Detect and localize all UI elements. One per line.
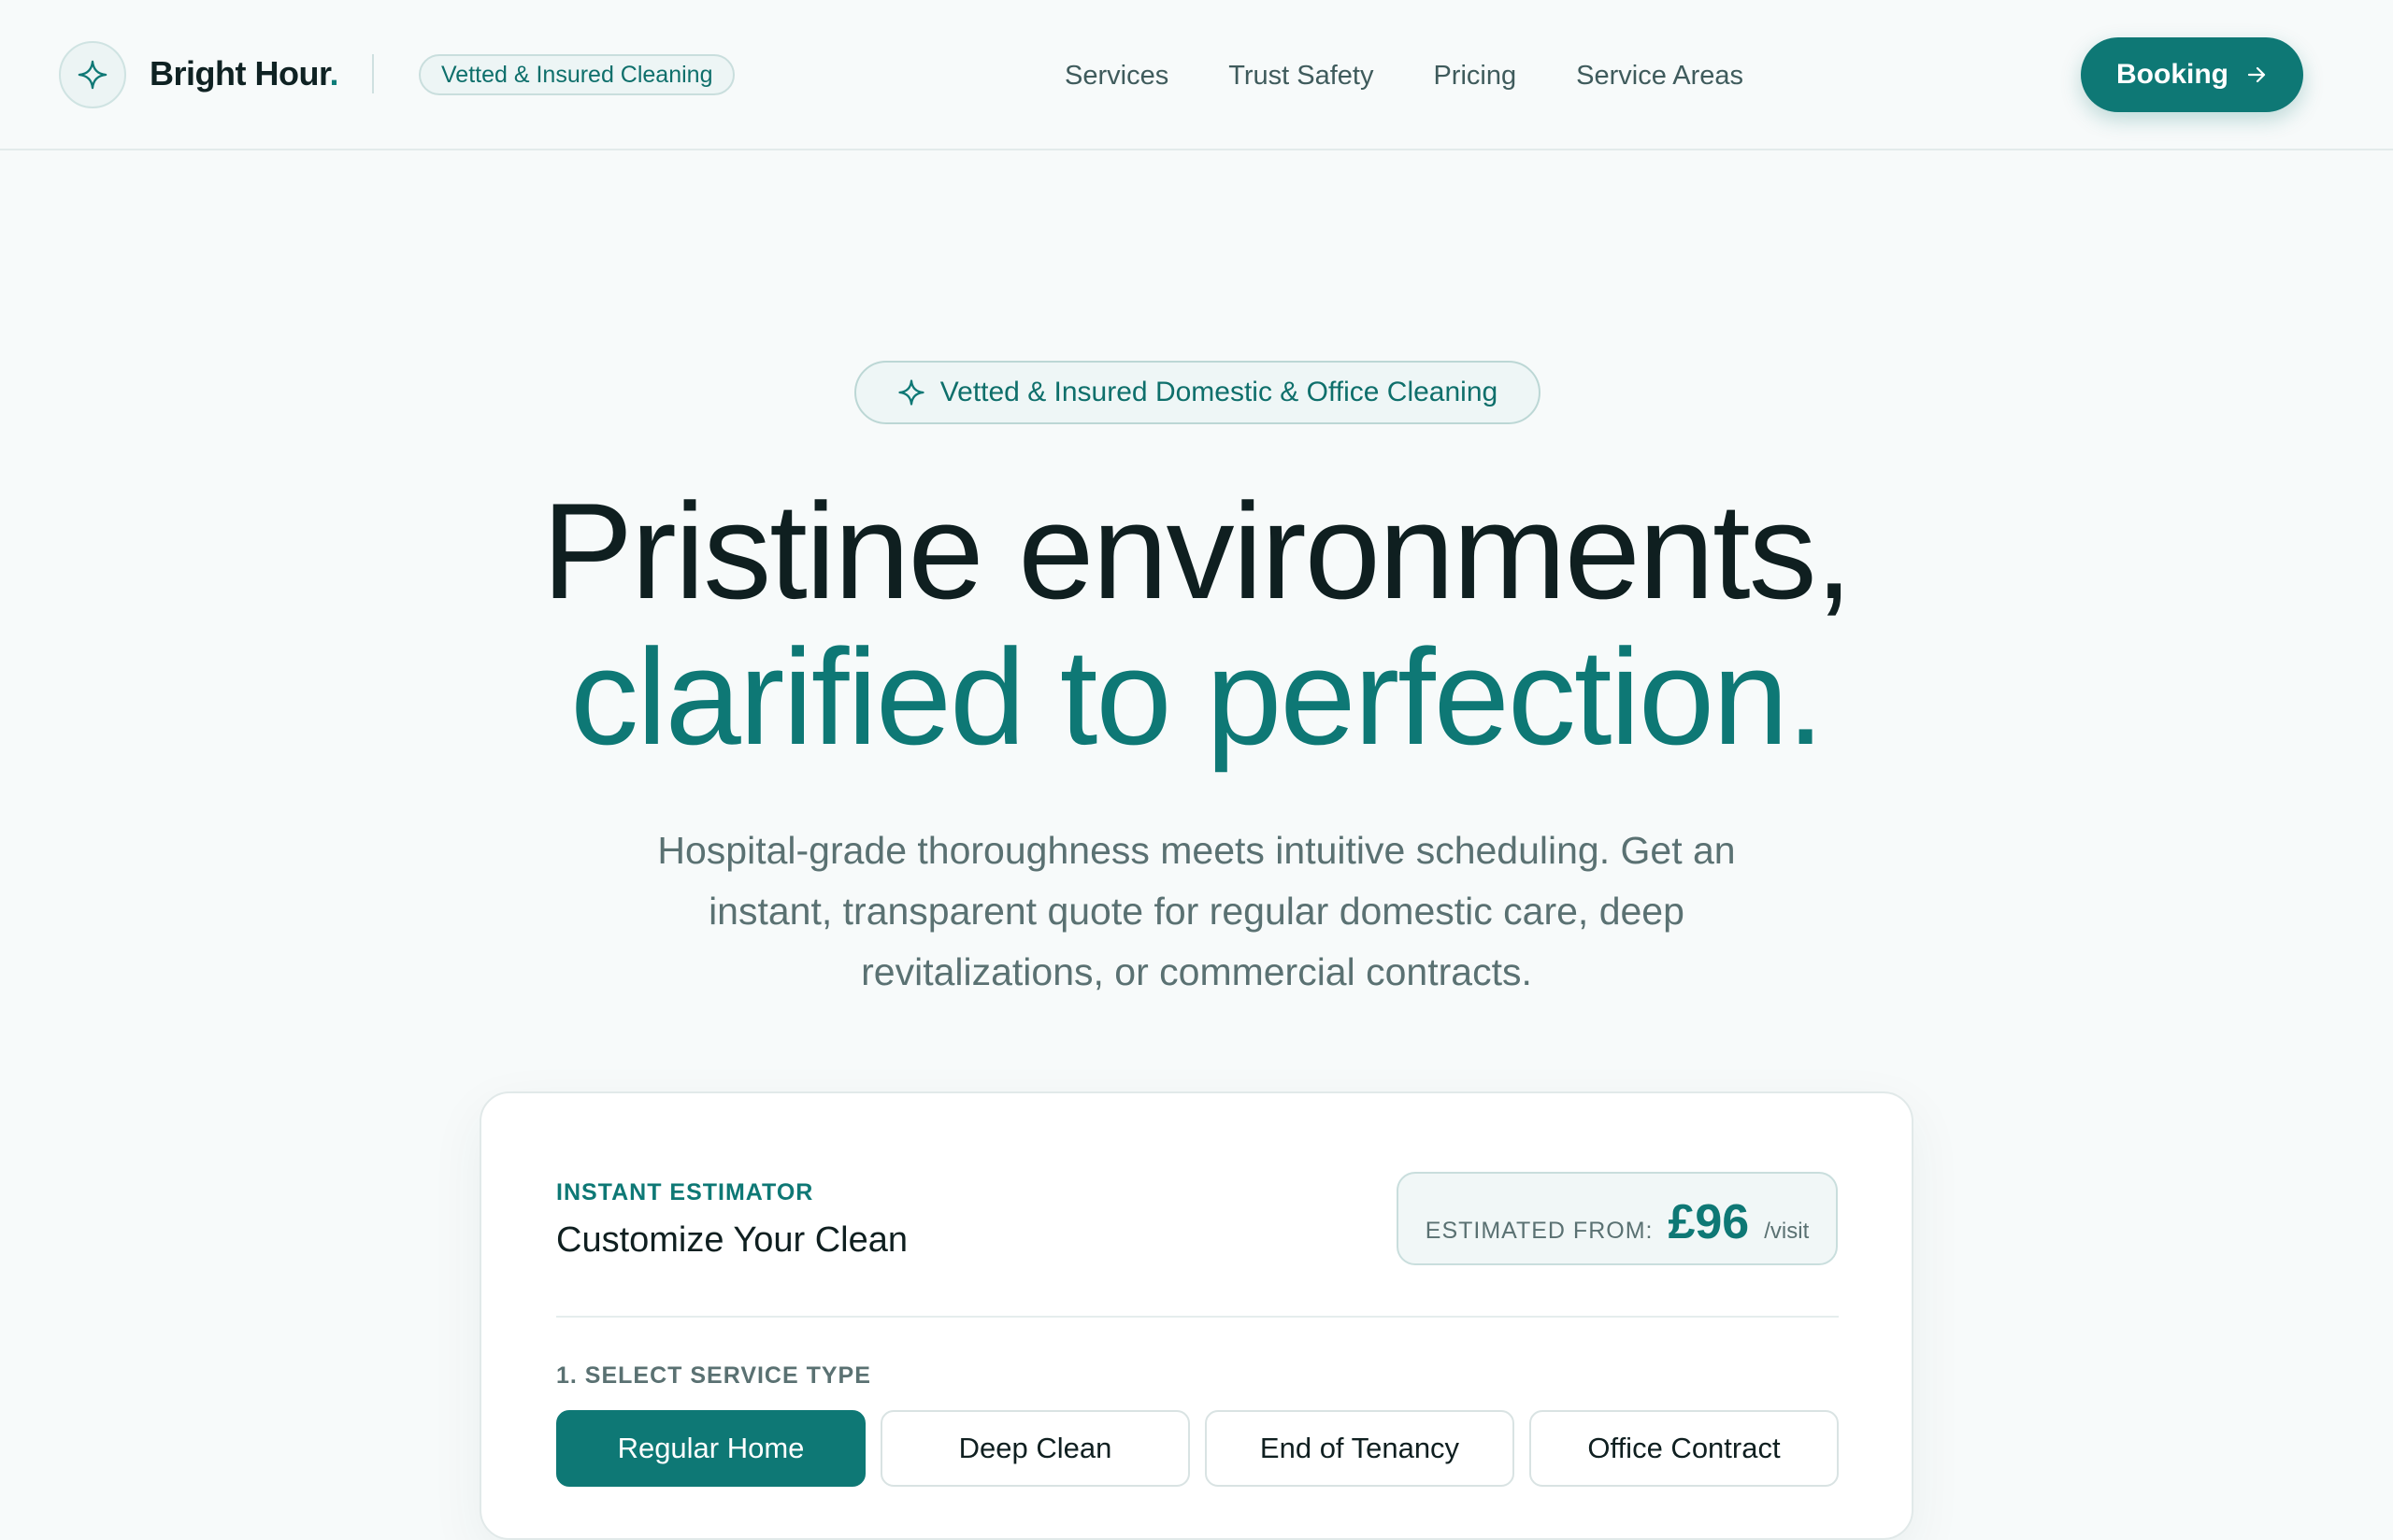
estimate-label: ESTIMATED FROM: [1425, 1218, 1654, 1244]
hero-subtitle: Hospital-grade thoroughness meets intuit… [657, 829, 1736, 993]
card-divider [556, 1316, 1839, 1318]
estimate-price: £96 [1668, 1195, 1750, 1249]
hero-title-line1: Pristine environments, [541, 475, 1853, 627]
nav-link-trust-safety[interactable]: Trust Safety [1228, 54, 1373, 97]
instant-estimator-card: INSTANT ESTIMATOR Customize Your Clean E… [480, 1091, 1913, 1540]
service-type-step-label: 1. SELECT SERVICE TYPE [556, 1362, 871, 1389]
hero-badge-text: Vetted & Insured Domestic & Office Clean… [939, 377, 1498, 407]
brand-text: Bright Hour [150, 54, 330, 93]
hero-title-line2: clarified to perfection. [570, 620, 1825, 773]
estimator-eyebrow: INSTANT ESTIMATOR [556, 1179, 814, 1205]
estimate-unit: /visit [1764, 1219, 1810, 1244]
service-option-regular-home[interactable]: Regular Home [556, 1410, 866, 1487]
service-type-options: Regular Home Deep Clean End of Tenancy O… [556, 1410, 1839, 1487]
hero-badge: Vetted & Insured Domestic & Office Clean… [854, 361, 1540, 424]
sparkle-icon [898, 379, 924, 406]
arrow-right-icon [2247, 66, 2266, 83]
header-divider [372, 54, 374, 93]
estimate-display: ESTIMATED FROM: £96 /visit [1397, 1172, 1838, 1265]
estimator-title: Customize Your Clean [556, 1220, 908, 1260]
service-option-deep-clean[interactable]: Deep Clean [881, 1410, 1190, 1487]
booking-button-label: Booking [2116, 59, 2228, 90]
brand-dot: . [329, 54, 338, 93]
booking-button[interactable]: Booking [2081, 37, 2303, 112]
nav-link-service-areas[interactable]: Service Areas [1576, 54, 1743, 97]
logo-mark[interactable] [59, 41, 126, 108]
service-option-end-of-tenancy[interactable]: End of Tenancy [1205, 1410, 1514, 1487]
service-option-office-contract[interactable]: Office Contract [1529, 1410, 1839, 1487]
trust-badge: Vetted & Insured Cleaning [419, 54, 736, 95]
nav-link-pricing[interactable]: Pricing [1433, 54, 1516, 97]
nav-link-services[interactable]: Services [1065, 54, 1168, 97]
brand-name[interactable]: Bright Hour. [150, 52, 338, 95]
site-header: Bright Hour. Vetted & Insured Cleaning S… [0, 0, 2393, 150]
main-nav: Services Trust Safety Pricing Service Ar… [1065, 54, 1743, 97]
sparkle-icon [78, 60, 107, 90]
